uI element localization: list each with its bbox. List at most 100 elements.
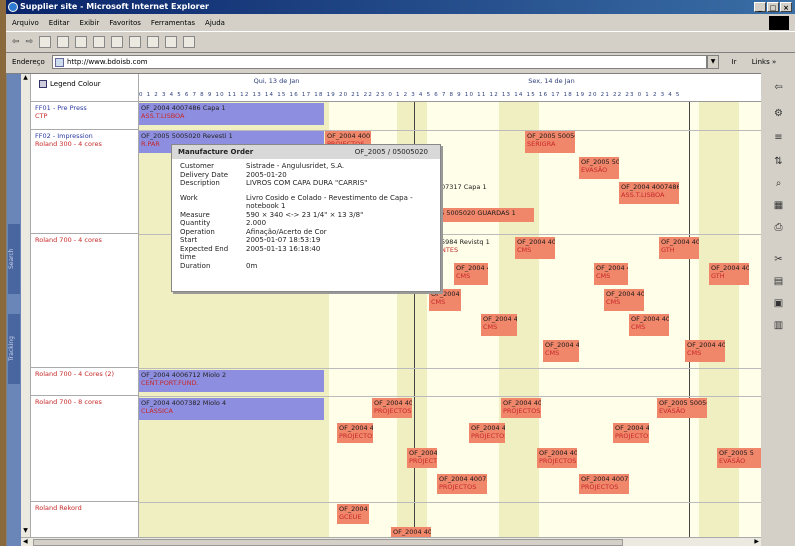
order-block[interactable]: OF_2004 4007547 Miolo 5PROJECTOS <box>469 423 505 443</box>
menu-ferramentas[interactable]: Ferramentas <box>151 15 195 31</box>
legend-checkbox[interactable] <box>39 80 47 88</box>
order-block[interactable]: OF_2004 4007547 Miolo 2PROJECTOS <box>372 398 412 418</box>
order-block[interactable]: OF_2004 4007349 Miolo 6CMS <box>543 340 579 362</box>
list-icon[interactable]: ≡ <box>772 131 785 144</box>
resource-row[interactable]: Roland 700 - 4 Cores (2) <box>31 368 139 396</box>
order-block[interactable]: OF_2005 5005017 Brochur 1SERIGRA <box>525 131 575 153</box>
order-block[interactable]: OF_2004 4007349 Miolo 5CMS <box>454 263 488 285</box>
address-input[interactable]: http://www.bdoisb.com <box>52 55 707 69</box>
order-block[interactable]: OF_2005 5005012 Miolo 1EVASÃO <box>657 398 707 418</box>
back-arrow-icon[interactable]: ⇦ <box>772 81 785 94</box>
order-block[interactable]: OF_2004 4007547 Miolo 1PROJECTOS <box>337 423 373 443</box>
order-block[interactable]: OF_2005 5005012 Capa 1EVASÃO <box>579 157 619 179</box>
menu-arquivo[interactable]: Arquivo <box>12 15 39 31</box>
side-tab-search[interactable]: Search <box>8 224 20 294</box>
refresh-icon[interactable] <box>57 36 70 48</box>
forward-icon[interactable]: ⇨ <box>26 37 34 47</box>
side-tab-tracking[interactable]: Tracking <box>8 314 20 384</box>
browser-window: Supplier site - Microsoft Internet Explo… <box>6 0 795 546</box>
history-icon[interactable] <box>129 36 142 48</box>
resource-row[interactable]: Roland Rekord <box>31 502 139 537</box>
resource-name: Roland 700 - 8 cores <box>35 398 102 406</box>
resource-row[interactable]: Roland 700 - 4 cores <box>31 234 139 368</box>
order-block[interactable]: OF_2004 40 GTH <box>709 263 749 285</box>
edit-icon[interactable] <box>183 36 196 48</box>
tools-icon[interactable]: ✂ <box>772 253 785 266</box>
order-block[interactable]: OF_2004 4007382 Miolo 4 CLASSICA <box>139 398 324 420</box>
search-icon[interactable] <box>93 36 106 48</box>
mail-icon[interactable] <box>147 36 160 48</box>
close-button[interactable]: × <box>780 2 792 12</box>
resource-row[interactable]: FF02 - Impression Roland 300 - 4 cores <box>31 130 139 234</box>
hour-ticks: 0 1 2 3 4 5 6 7 8 9 10 11 12 13 14 15 16… <box>139 92 681 98</box>
menu-ajuda[interactable]: Ajuda <box>205 15 225 31</box>
scroll-right-icon[interactable]: ▶ <box>754 538 759 545</box>
scroll-up-icon[interactable]: ▲ <box>21 74 30 84</box>
order-client: PROJECTOS <box>439 483 477 491</box>
tooltip-field-label: Expected End time <box>180 244 229 262</box>
order-block[interactable]: OF_2004 4007317 Miolo 2GCEUE <box>337 504 369 524</box>
order-block[interactable]: OF_2004 4006712 Miolo 2 CENT.PORT.FUND. <box>139 370 324 392</box>
back-icon[interactable]: ⇦ <box>12 37 20 47</box>
order-block[interactable]: 5984 Revistq 1 NTES <box>439 237 509 257</box>
order-client: PROJECTOS <box>615 432 649 440</box>
scroll-left-icon[interactable]: ◀ <box>23 538 28 545</box>
home-icon[interactable] <box>75 36 88 48</box>
menu-exibir[interactable]: Exibir <box>80 15 100 31</box>
settings-icon[interactable]: ⚙ <box>772 107 785 120</box>
printer-icon[interactable]: ⎙ <box>772 221 785 234</box>
resource-row[interactable]: FF01 - Pre Press CTP <box>31 102 139 130</box>
order-client: EVASÃO <box>719 457 746 465</box>
maximize-button[interactable]: □ <box>767 2 779 12</box>
order-block[interactable]: OF_2004 4007349 Miolo 9CMS <box>629 314 669 336</box>
row-divider <box>139 502 761 503</box>
minimize-button[interactable]: _ <box>754 2 766 12</box>
order-block[interactable]: OF_2004 4007317 Miolo 1 <box>391 527 431 537</box>
order-block[interactable]: 07317 Capa 1 <box>439 182 519 196</box>
title-bar: Supplier site - Microsoft Internet Explo… <box>6 0 795 14</box>
links-button[interactable]: Links » <box>749 58 779 66</box>
scroll-down-icon[interactable]: ▼ <box>21 527 30 537</box>
order-block[interactable]: OF_2004 4007349CMS <box>685 340 725 362</box>
calendar-icon[interactable]: ▦ <box>772 199 785 212</box>
vertical-scrollbar[interactable]: ▲ ▼ <box>21 74 31 537</box>
favorites-icon[interactable] <box>111 36 124 48</box>
order-client: ASS.T.LISBOA <box>141 112 185 120</box>
legend-colour-toggle[interactable]: Legend Colour <box>31 74 139 102</box>
order-block[interactable]: OF_2004 4007547 Miolo 3PROJECTOS <box>407 448 437 468</box>
order-block[interactable]: OF_2004 4007349 Miolo 4CMS <box>481 314 517 336</box>
order-block[interactable]: OF_2004 4007349 Miolo 8CMS <box>604 289 644 311</box>
order-block[interactable]: OF_2004 4007547 Miolo 7PROJECTOS <box>537 448 577 468</box>
horizontal-scrollbar[interactable]: ◀ ▶ <box>21 537 761 546</box>
order-block[interactable]: OF_2004 4007547 Miolo 3CMS <box>515 237 555 259</box>
menu-editar[interactable]: Editar <box>49 15 70 31</box>
order-block[interactable]: OF_2004 4007391 DezdoGTH <box>659 237 699 259</box>
tooltip-field-value: 2.000 <box>246 219 267 227</box>
scroll-thumb[interactable] <box>33 539 623 546</box>
order-block[interactable]: 05 5005020 GUARDAS 1 <box>434 208 534 222</box>
order-block[interactable]: OF_2004 4007547 Miolo 6PROJECTOS <box>501 398 541 418</box>
resource-row[interactable]: Roland 700 - 8 cores <box>31 396 139 502</box>
order-block[interactable]: OF_2004 4007547 Miolo 8PROJECTOS <box>579 474 629 494</box>
print-icon[interactable] <box>165 36 178 48</box>
sort-icon[interactable]: ⇅ <box>772 155 785 168</box>
order-label: OF_2004 4007486 Capa 1 <box>621 183 679 191</box>
grid-icon[interactable]: ▤ <box>772 275 785 288</box>
order-block[interactable]: OF_2004 4007486 Capa 1ASS.T.LISBOA <box>139 103 324 125</box>
order-block[interactable]: OF_2004 4007547 Miolo 4PROJECTOS <box>437 474 487 494</box>
order-block[interactable]: OF_2005 5 EVASÃO <box>717 448 761 468</box>
order-block[interactable]: OF_2004 4007349 Miolo 7CMS <box>594 263 628 285</box>
order-label: OF_2004 4007391 Dezdo <box>661 238 699 246</box>
order-client: PROJECTOS <box>339 432 373 440</box>
legend-label: Legend Colour <box>50 80 101 88</box>
stop-icon[interactable] <box>39 36 52 48</box>
go-button[interactable]: Ir <box>719 58 749 66</box>
order-block[interactable]: OF_2004 4007486 Capa 1ASS.T.LISBOA <box>619 182 679 204</box>
order-block[interactable]: OF_2004 4007349 Miolo 1CMS <box>429 289 461 311</box>
order-block[interactable]: OF_2004 4007536 Dezdobr 1PROJECTOS <box>613 423 649 443</box>
export-icon[interactable]: ▣ <box>772 297 785 310</box>
address-dropdown-icon[interactable]: ▼ <box>707 55 719 69</box>
chart-icon[interactable]: ▥ <box>772 319 785 332</box>
menu-favoritos[interactable]: Favoritos <box>109 15 141 31</box>
zoom-icon[interactable]: ⌕ <box>772 177 785 190</box>
